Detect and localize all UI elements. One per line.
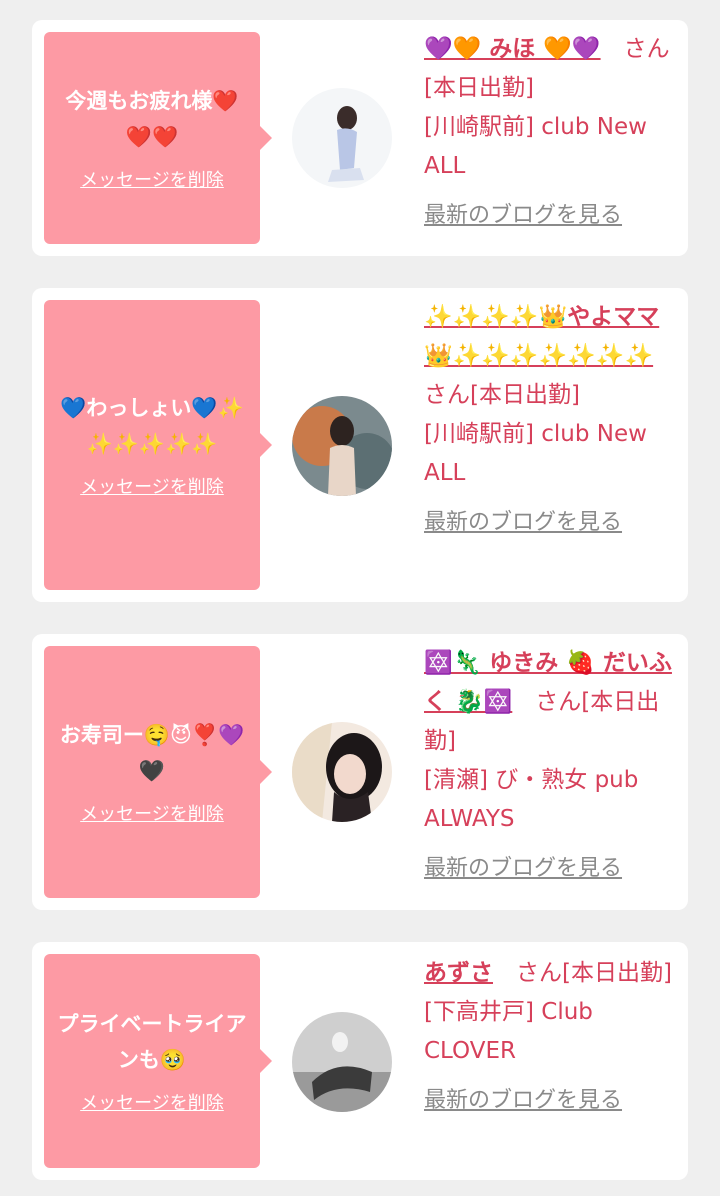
avatar-photo (292, 722, 392, 822)
delete-message-link[interactable]: メッセージを削除 (80, 1092, 224, 1116)
cast-name-link[interactable]: ✨✨✨✨👑やよママ👑✨✨✨✨✨✨✨ (424, 304, 659, 369)
message-text: 💙わっしょい💙✨✨✨✨✨✨ (60, 396, 244, 456)
message-card: お寿司ー🤤😈❣️💜🖤 メッセージを削除 🔯🦎 ゆきみ 🍓 だいふく 🐉🔯 さん[… (32, 634, 688, 910)
delete-message-link[interactable]: メッセージを削除 (80, 169, 224, 193)
message-bubble: お寿司ー🤤😈❣️💜🖤 メッセージを削除 (44, 646, 272, 898)
message-bubble: 今週もお疲れ様❤️❤️❤️ メッセージを削除 (44, 32, 272, 244)
cast-info: 💜🧡 みほ 🧡💜 さん[本日出勤] [川崎駅前] club New ALL 最新… (424, 30, 676, 232)
cast-status: さん[本日出勤] (493, 960, 672, 986)
cast-info: ✨✨✨✨👑やよママ👑✨✨✨✨✨✨✨ さん[本日出勤] [川崎駅前] club N… (424, 298, 676, 539)
latest-blog-link[interactable]: 最新のブログを見る (424, 200, 676, 232)
latest-blog-link[interactable]: 最新のブログを見る (424, 853, 676, 885)
avatar[interactable] (292, 722, 392, 822)
avatar-photo (292, 88, 392, 188)
avatar[interactable] (292, 1012, 392, 1112)
shop-name: [川崎駅前] club New ALL (424, 114, 647, 179)
shop-name: [下高井戸] Club CLOVER (424, 999, 593, 1064)
message-text: お寿司ー🤤😈❣️💜🖤 (59, 723, 245, 783)
latest-blog-link[interactable]: 最新のブログを見る (424, 1085, 676, 1117)
cast-info: あずさ さん[本日出勤] [下高井戸] Club CLOVER 最新のブログを見… (424, 954, 676, 1117)
shop-name: [川崎駅前] club New ALL (424, 421, 647, 486)
message-bubble: プライベートライアンも🥹 メッセージを削除 (44, 954, 272, 1168)
avatar[interactable] (292, 396, 392, 496)
cast-info: 🔯🦎 ゆきみ 🍓 だいふく 🐉🔯 さん[本日出勤] [清瀬] び・熟女 pub … (424, 644, 676, 885)
cast-status: さん[本日出勤] (424, 382, 580, 408)
message-text: プライベートライアンも🥹 (57, 1012, 247, 1072)
cast-name-link[interactable]: あずさ (424, 960, 493, 986)
cast-name-link[interactable]: 💜🧡 みほ 🧡💜 (424, 36, 601, 62)
shop-name: [清瀬] び・熟女 pub ALWAYS (424, 767, 639, 832)
message-bubble: 💙わっしょい💙✨✨✨✨✨✨ メッセージを削除 (44, 300, 272, 590)
avatar-photo (292, 1012, 392, 1112)
message-card: プライベートライアンも🥹 メッセージを削除 あずさ さん[本日出勤] [下高井戸… (32, 942, 688, 1180)
avatar[interactable] (292, 88, 392, 188)
latest-blog-link[interactable]: 最新のブログを見る (424, 507, 676, 539)
message-card: 今週もお疲れ様❤️❤️❤️ メッセージを削除 💜🧡 みほ 🧡💜 さん[本日出勤]… (32, 20, 688, 256)
message-card: 💙わっしょい💙✨✨✨✨✨✨ メッセージを削除 ✨✨✨✨👑やよママ👑✨✨✨✨✨✨✨… (32, 288, 688, 602)
message-text: 今週もお疲れ様❤️❤️❤️ (65, 89, 239, 149)
delete-message-link[interactable]: メッセージを削除 (80, 803, 224, 827)
avatar-photo (292, 396, 392, 496)
delete-message-link[interactable]: メッセージを削除 (80, 476, 224, 500)
